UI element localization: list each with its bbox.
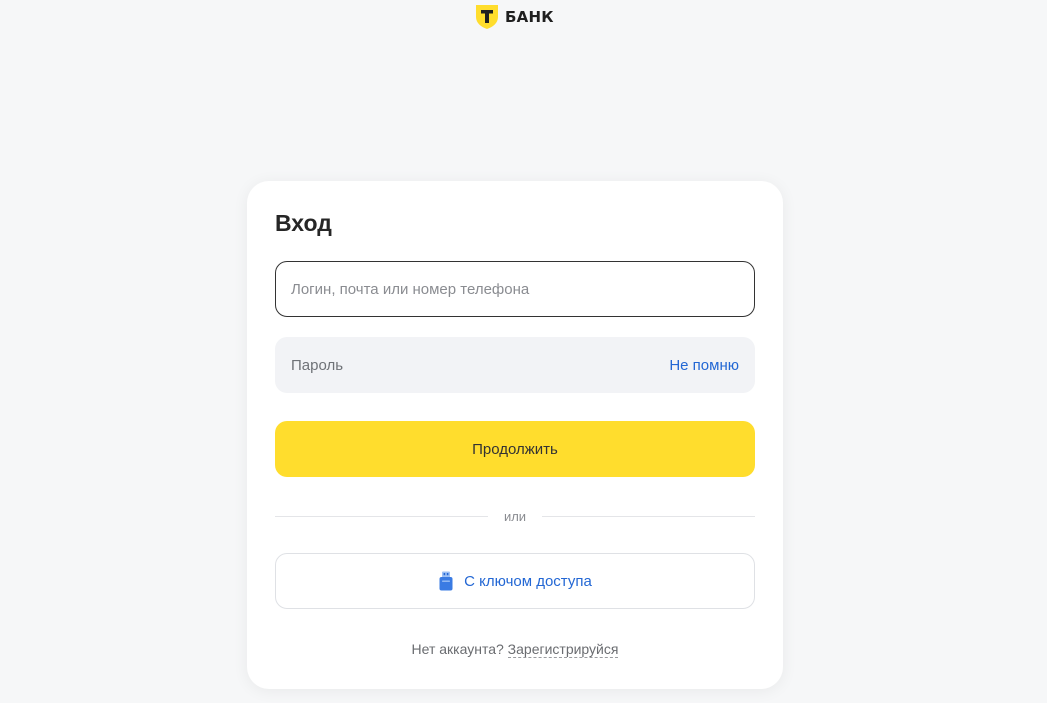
continue-button[interactable]: Продолжить — [275, 421, 755, 477]
page-title: Вход — [275, 210, 332, 236]
access-key-button[interactable]: С ключом доступа — [275, 553, 755, 609]
password-input[interactable] — [291, 356, 670, 374]
divider-line-right — [542, 515, 756, 517]
brand-logo[interactable]: БАНК — [475, 4, 554, 30]
usb-key-icon — [439, 571, 453, 591]
login-field-container[interactable] — [275, 261, 755, 317]
password-field-container[interactable]: Не помню — [275, 337, 755, 393]
divider-text: или — [503, 508, 527, 524]
no-account-text: Нет аккаунта? — [411, 641, 504, 657]
login-card: Вход Не помню Продолжить или С ключом до… — [247, 181, 783, 689]
access-key-label: С ключом доступа — [464, 572, 592, 590]
t-shield-icon — [476, 5, 498, 29]
signup-prompt: Нет аккаунта? Зарегистрируйся — [247, 641, 783, 658]
register-link[interactable]: Зарегистрируйся — [507, 641, 619, 658]
login-input[interactable] — [291, 280, 739, 298]
divider-line-left — [275, 515, 488, 517]
brand-name: БАНК — [505, 8, 554, 26]
or-divider: или — [275, 507, 756, 525]
forgot-password-link[interactable]: Не помню — [669, 357, 739, 374]
